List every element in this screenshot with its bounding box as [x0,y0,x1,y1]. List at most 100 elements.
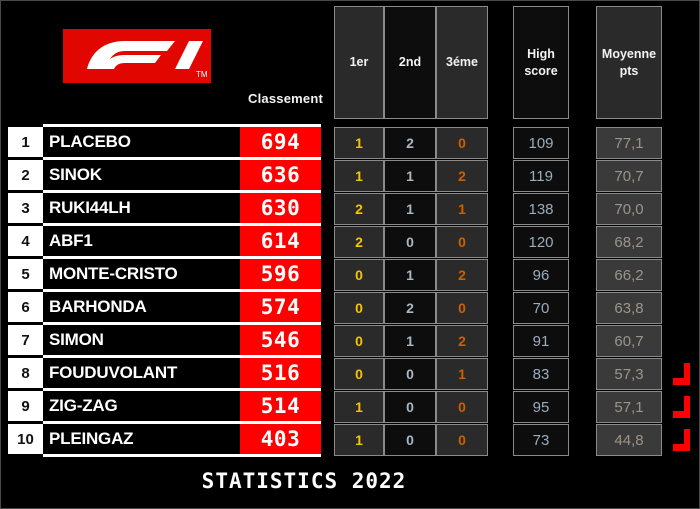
third-place-count: 0 [436,127,488,159]
first-place-count: 1 [334,424,384,456]
third-place-count: 2 [436,325,488,357]
second-place-count: 0 [384,424,436,456]
relegation-arrow-icon [673,363,690,385]
column-header-3eme: 3éme [436,6,488,119]
table-row[interactable]: 4 ABF1 614 2 0 0 120 68,2 [1,226,699,259]
third-place-count: 0 [436,292,488,324]
average-points: 60,7 [596,325,662,357]
high-score-value: 109 [513,127,569,159]
high-score-value: 83 [513,358,569,390]
column-header-high-score-label: High score [524,46,557,80]
competitor-name: ABF1 [49,231,93,250]
third-place-count: 0 [436,424,488,456]
table-row[interactable]: 3 RUKI44LH 630 2 1 1 138 70,0 [1,193,699,226]
first-place-count: 0 [334,259,384,291]
total-score: 546 [240,325,321,355]
table-row[interactable]: 1 PLACEBO 694 1 2 0 109 77,1 [1,127,699,160]
moyenne-line1: Moyenne [601,46,657,61]
competitor-name: BARHONDA [49,297,147,316]
total-score: 630 [240,193,321,223]
column-header-1er-label: 1er [349,55,369,70]
relegation-arrow-icon [673,429,690,451]
column-header-2nd-label: 2nd [398,55,422,70]
average-points: 63,8 [596,292,662,324]
competitor-name: FOUDUVOLANT [49,363,178,382]
average-points: 70,0 [596,193,662,225]
table-row[interactable]: 6 BARHONDA 574 0 2 0 70 63,8 [1,292,699,325]
table-row[interactable]: 7 SIMON 546 0 1 2 91 60,7 [1,325,699,358]
column-header-high-score: High score [513,6,569,119]
first-place-count: 2 [334,226,384,258]
table-row[interactable]: 2 SINOK 636 1 1 2 119 70,7 [1,160,699,193]
position-number: 4 [8,226,43,256]
average-points: 66,2 [596,259,662,291]
high-score-line2: score [524,63,558,78]
position-number: 10 [8,424,43,454]
average-points: 44,8 [596,424,662,456]
total-score: 574 [240,292,321,322]
competitor-name: ZIG-ZAG [49,396,118,415]
position-number: 9 [8,391,43,421]
relegation-arrow-icon [673,396,690,418]
position-number: 5 [8,259,43,289]
competitor-name: SIMON [49,330,104,349]
trademark-text: TM [196,70,208,79]
table-row[interactable]: 8 FOUDUVOLANT 516 0 0 1 83 57,3 [1,358,699,391]
position-number: 2 [8,160,43,190]
statistics-panel: TM Classement 1er 2nd 3éme High score Mo… [0,0,700,509]
total-score: 514 [240,391,321,421]
competitor-name: PLEINGAZ [49,429,134,448]
competitor-name: MONTE-CRISTO [49,264,178,283]
first-place-count: 0 [334,292,384,324]
average-points: 57,3 [596,358,662,390]
high-score-value: 95 [513,391,569,423]
position-number: 7 [8,325,43,355]
high-score-value: 119 [513,160,569,192]
first-place-count: 1 [334,391,384,423]
second-place-count: 2 [384,292,436,324]
total-score: 636 [240,160,321,190]
first-place-count: 0 [334,325,384,357]
third-place-count: 0 [436,391,488,423]
total-score: 596 [240,259,321,289]
total-score: 614 [240,226,321,256]
standings-table: 1 PLACEBO 694 1 2 0 109 77,1 2 SINOK 636 1 1 2 119 70,7… [1,124,699,459]
first-place-count: 1 [334,160,384,192]
second-place-count: 0 [384,358,436,390]
column-header-2nd: 2nd [384,6,436,119]
first-place-count: 2 [334,193,384,225]
classement-label: Classement [248,91,323,106]
position-number: 6 [8,292,43,322]
competitor-name: PLACEBO [49,132,131,151]
third-place-count: 2 [436,259,488,291]
second-place-count: 2 [384,127,436,159]
f1-logo-mark: TM [87,41,208,79]
table-row[interactable]: 9 ZIG-ZAG 514 1 0 0 95 57,1 [1,391,699,424]
table-row[interactable]: 5 MONTE-CRISTO 596 0 1 2 96 66,2 [1,259,699,292]
second-place-count: 1 [384,325,436,357]
total-score: 403 [240,424,321,454]
competitor-name: RUKI44LH [49,198,131,217]
average-points: 68,2 [596,226,662,258]
third-place-count: 0 [436,226,488,258]
position-number: 8 [8,358,43,388]
first-place-count: 1 [334,127,384,159]
average-points: 70,7 [596,160,662,192]
table-row[interactable]: 10 PLEINGAZ 403 1 0 0 73 44,8 [1,424,699,457]
third-place-count: 1 [436,358,488,390]
high-score-value: 91 [513,325,569,357]
third-place-count: 2 [436,160,488,192]
column-header-moyenne-pts-label: Moyenne pts [602,46,656,80]
high-score-value: 73 [513,424,569,456]
third-place-count: 1 [436,193,488,225]
high-score-value: 120 [513,226,569,258]
high-score-value: 96 [513,259,569,291]
position-number: 1 [8,127,43,157]
total-score: 516 [240,358,321,388]
second-place-count: 0 [384,391,436,423]
average-points: 57,1 [596,391,662,423]
first-place-count: 0 [334,358,384,390]
second-place-count: 1 [384,160,436,192]
high-score-line1: High [527,46,555,61]
second-place-count: 0 [384,226,436,258]
